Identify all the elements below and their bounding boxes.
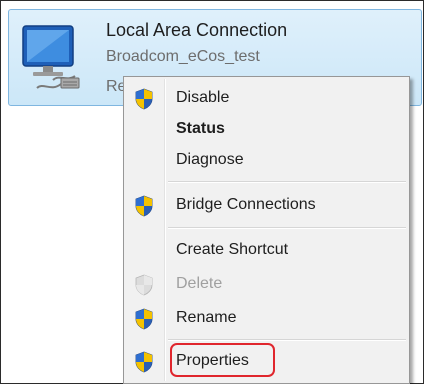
menu-item-create-shortcut[interactable]: Create Shortcut: [124, 236, 409, 266]
menu-item-label: Status: [176, 120, 225, 137]
menu-separator: [168, 339, 406, 341]
network-adapter-icon: [17, 22, 89, 98]
menu-item-diagnose[interactable]: Diagnose: [124, 146, 409, 176]
menu-item-disable[interactable]: Disable: [124, 84, 409, 114]
uac-shield-icon: [135, 351, 153, 373]
menu-item-label: Diagnose: [176, 151, 244, 168]
context-menu: Disable Status Diagnose Bridge Connectio…: [123, 76, 410, 384]
uac-shield-icon: [135, 308, 153, 330]
menu-item-label: Delete: [176, 275, 223, 292]
menu-separator: [168, 181, 406, 183]
menu-item-label: Create Shortcut: [176, 241, 289, 258]
menu-item-delete: Delete: [124, 270, 409, 300]
connection-network-name: Broadcom_eCos_test: [106, 48, 260, 65]
menu-item-label: Disable: [176, 89, 230, 106]
connection-title: Local Area Connection: [106, 20, 288, 40]
uac-shield-icon: [135, 195, 153, 217]
menu-item-label: Bridge Connections: [176, 196, 316, 213]
uac-shield-icon-disabled: [135, 274, 153, 296]
menu-separator: [168, 227, 406, 229]
menu-item-rename[interactable]: Rename: [124, 304, 409, 334]
menu-item-bridge-connections[interactable]: Bridge Connections: [124, 191, 409, 221]
menu-item-label: Rename: [176, 309, 237, 326]
properties-highlight-annotation: [170, 343, 275, 377]
explorer-window: Local Area Connection Broadcom_eCos_test…: [0, 0, 424, 384]
menu-item-status[interactable]: Status: [124, 115, 409, 145]
uac-shield-icon: [135, 88, 153, 110]
